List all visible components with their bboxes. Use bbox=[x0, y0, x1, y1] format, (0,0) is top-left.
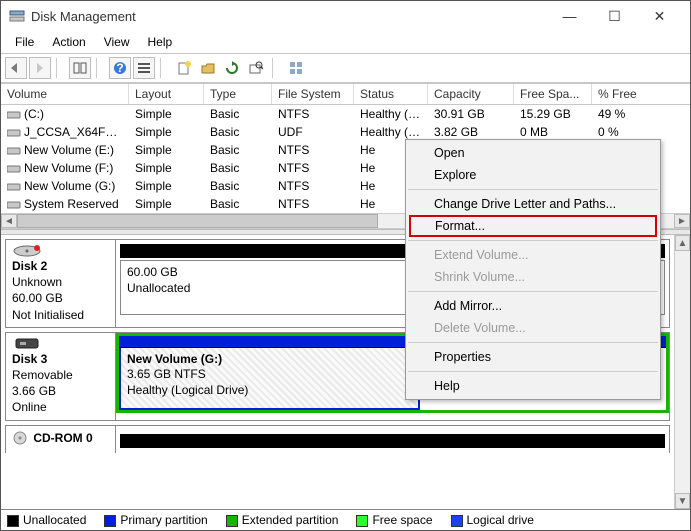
context-menu: Open Explore Change Drive Letter and Pat… bbox=[405, 139, 661, 400]
menu-item-change-drive-letter[interactable]: Change Drive Letter and Paths... bbox=[406, 193, 660, 215]
app-icon bbox=[9, 8, 25, 24]
maximize-button[interactable]: ☐ bbox=[592, 1, 637, 31]
legend-label: Primary partition bbox=[120, 513, 207, 527]
list-button[interactable] bbox=[133, 57, 155, 79]
disk-size: 60.00 GB bbox=[12, 291, 63, 305]
menu-item-extend-volume: Extend Volume... bbox=[406, 244, 660, 266]
scan-button[interactable] bbox=[245, 57, 267, 79]
minimize-button[interactable]: — bbox=[547, 1, 592, 31]
scroll-right-icon[interactable]: ► bbox=[674, 214, 690, 228]
svg-text:?: ? bbox=[116, 61, 123, 75]
menu-item-shrink-volume: Shrink Volume... bbox=[406, 266, 660, 288]
legend: Unallocated Primary partition Extended p… bbox=[1, 509, 690, 530]
col-status[interactable]: Status bbox=[354, 84, 428, 104]
refresh-button[interactable] bbox=[221, 57, 243, 79]
legend-label: Extended partition bbox=[242, 513, 339, 527]
disk-icon bbox=[12, 337, 109, 351]
swatch-logical bbox=[451, 515, 463, 527]
cdrom-icon bbox=[12, 431, 30, 445]
col-type[interactable]: Type bbox=[204, 84, 272, 104]
disk-title: Disk 3 bbox=[12, 352, 47, 366]
swatch-primary bbox=[104, 515, 116, 527]
col-free[interactable]: Free Spa... bbox=[514, 84, 592, 104]
scroll-left-icon[interactable]: ◄ bbox=[1, 214, 17, 228]
toolbar: ? bbox=[1, 54, 690, 82]
volume-status: Healthy (Logical Drive) bbox=[127, 383, 248, 397]
legend-label: Logical drive bbox=[467, 513, 534, 527]
legend-label: Unallocated bbox=[23, 513, 86, 527]
menubar: File Action View Help bbox=[1, 31, 690, 53]
grid-button[interactable] bbox=[285, 57, 307, 79]
menu-item-add-mirror[interactable]: Add Mirror... bbox=[406, 295, 660, 317]
menu-action[interactable]: Action bbox=[44, 33, 93, 51]
titlebar: Disk Management — ☐ ✕ bbox=[1, 1, 690, 31]
disk-icon bbox=[12, 244, 109, 258]
disk-row: CD-ROM 0 bbox=[5, 425, 670, 453]
close-button[interactable]: ✕ bbox=[637, 1, 682, 31]
volume-name: New Volume (G:) bbox=[127, 352, 222, 366]
col-filesystem[interactable]: File System bbox=[272, 84, 354, 104]
swatch-free bbox=[356, 515, 368, 527]
scroll-down-icon[interactable]: ▼ bbox=[675, 493, 690, 509]
open-button[interactable] bbox=[197, 57, 219, 79]
menu-item-delete-volume: Delete Volume... bbox=[406, 317, 660, 339]
partition-size: 60.00 GB bbox=[127, 265, 178, 279]
scroll-up-icon[interactable]: ▲ bbox=[675, 235, 690, 251]
legend-label: Free space bbox=[372, 513, 432, 527]
menu-item-format[interactable]: Format... bbox=[409, 215, 657, 237]
disk-type: Unknown bbox=[12, 275, 62, 289]
menu-file[interactable]: File bbox=[7, 33, 42, 51]
menu-item-properties[interactable]: Properties bbox=[406, 346, 660, 368]
menu-item-open[interactable]: Open bbox=[406, 142, 660, 164]
col-layout[interactable]: Layout bbox=[129, 84, 204, 104]
table-row[interactable]: (C:)SimpleBasicNTFSHealthy (B...30.91 GB… bbox=[1, 105, 690, 123]
back-button[interactable] bbox=[5, 57, 27, 79]
new-button[interactable] bbox=[173, 57, 195, 79]
menu-view[interactable]: View bbox=[96, 33, 138, 51]
col-volume[interactable]: Volume bbox=[1, 84, 129, 104]
volume-size: 3.65 GB NTFS bbox=[127, 367, 206, 381]
window-title: Disk Management bbox=[31, 9, 547, 24]
disk-state: Not Initialised bbox=[12, 308, 84, 322]
forward-button[interactable] bbox=[29, 57, 51, 79]
swatch-unallocated bbox=[7, 515, 19, 527]
partition-info[interactable]: New Volume (G:) 3.65 GB NTFS Healthy (Lo… bbox=[119, 348, 420, 410]
disk-type: Removable bbox=[12, 368, 73, 382]
disk-size: 3.66 GB bbox=[12, 384, 56, 398]
col-pctfree[interactable]: % Free bbox=[592, 84, 652, 104]
disk-state: Online bbox=[12, 400, 47, 414]
table-header: Volume Layout Type File System Status Ca… bbox=[1, 83, 690, 105]
col-capacity[interactable]: Capacity bbox=[428, 84, 514, 104]
window: Disk Management — ☐ ✕ File Action View H… bbox=[0, 0, 691, 531]
menu-item-explore[interactable]: Explore bbox=[406, 164, 660, 186]
menu-help[interactable]: Help bbox=[140, 33, 181, 51]
scrollbar-vertical[interactable]: ▲ ▼ bbox=[674, 235, 690, 509]
menu-item-help[interactable]: Help bbox=[406, 375, 660, 397]
help-button[interactable]: ? bbox=[109, 57, 131, 79]
panes-button[interactable] bbox=[69, 57, 91, 79]
partition-state: Unallocated bbox=[127, 281, 190, 295]
swatch-extended bbox=[226, 515, 238, 527]
disk-title: CD-ROM 0 bbox=[33, 431, 92, 445]
disk-title: Disk 2 bbox=[12, 259, 47, 273]
